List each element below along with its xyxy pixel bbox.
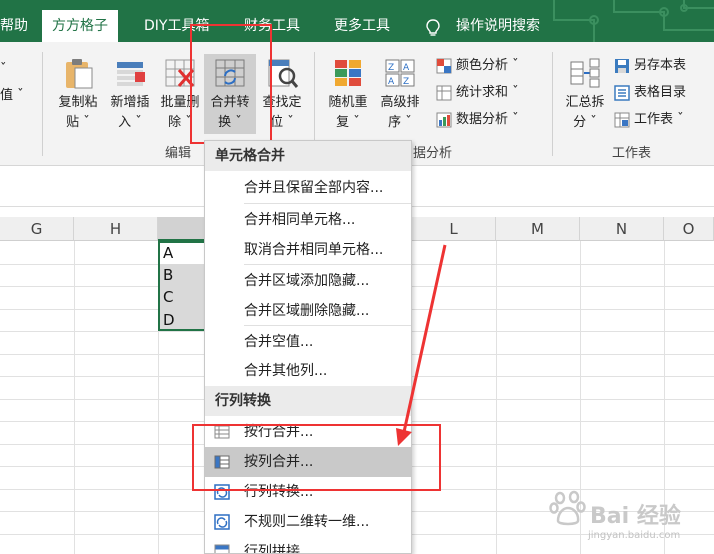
watermark-brand: Bai 经验: [590, 504, 681, 529]
baidu-paw-icon: [549, 490, 586, 526]
watermark-url: jingyan.baidu.com: [588, 530, 681, 541]
app-window: 帮助 方方格子 DIY工具箱 财务工具 更多工具 操作说明搜索 ˇ 值 ˇ 复制…: [0, 0, 714, 554]
annotation-arrow-icon: [396, 244, 447, 446]
